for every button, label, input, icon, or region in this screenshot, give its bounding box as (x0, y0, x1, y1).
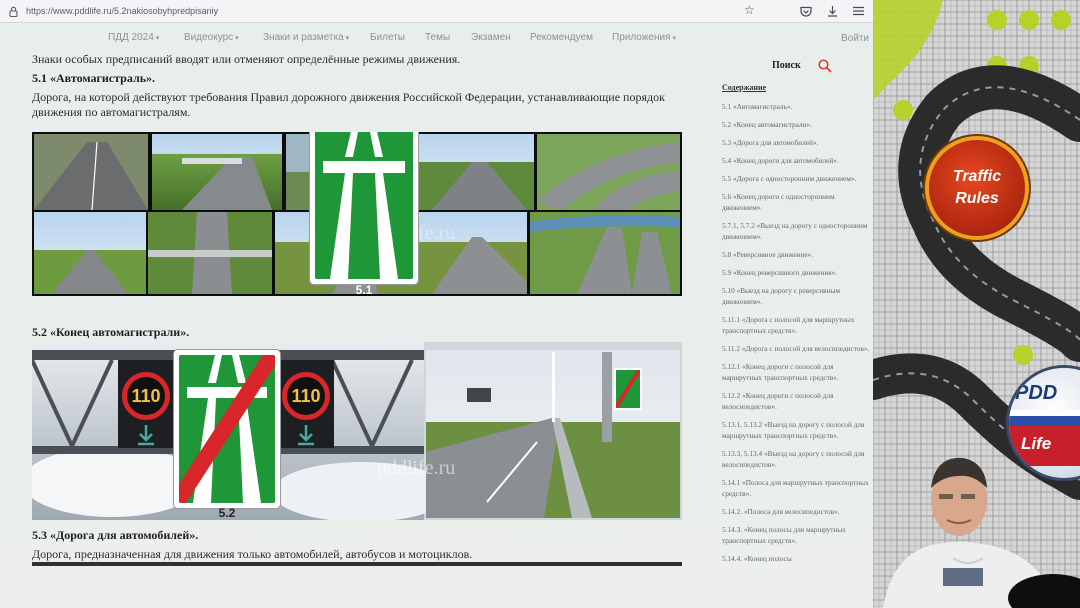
toc-item[interactable]: 5.14.2. «Полоса для велосипедистов». (722, 506, 872, 517)
traffic-rules-logo: Traffic Rules (929, 140, 1025, 236)
arrow-down-icon (298, 425, 314, 446)
gantry-and-road-photos (32, 342, 680, 520)
motorway-photo-collage: pddlife.ru 5.1 (32, 132, 682, 296)
menu-icon[interactable] (851, 3, 865, 19)
toc-item[interactable]: 5.8 «Реверсивное движение». (722, 249, 872, 260)
speed-limit-sign-right: 110 (282, 372, 330, 420)
toc-list: 5.1 «Автомагистраль». 5.2 «Конец автомаг… (722, 101, 872, 571)
sidebar: Поиск Содержание 5.1 «Автомагистраль». 5… (722, 23, 873, 608)
browser-address-bar: https://www.pddlife.ru/5.2nakiosobyhpred… (0, 0, 873, 23)
toc-item[interactable]: 5.11.2 «Дорога с полосой для велосипедис… (722, 343, 872, 354)
sign-5-1-number: 5.1 (355, 283, 373, 296)
nav-item-apps[interactable]: Приложения ▾ (612, 32, 676, 43)
web-page: ПДД 2024 ▾ Видеокурс ▾ Знаки и разметка ▾ Б… (0, 23, 873, 608)
bookmark-star-icon[interactable]: ☆ (744, 3, 755, 17)
toc-item[interactable]: 5.13.3, 5.13.4 «Выезд на дорогу с полосо… (722, 448, 872, 470)
nav-item-topics[interactable]: Темы (425, 32, 450, 43)
toc-item[interactable]: 5.2 «Конец автомагистрали». (722, 119, 872, 130)
section-5-1-heading: 5.1 «Автомагистраль». (32, 71, 156, 85)
toc-item[interactable]: 5.10 «Выезд на дорогу с реверсивным движ… (722, 285, 872, 307)
section-5-2-heading: 5.2 «Конец автомагистрали». (32, 325, 190, 339)
toc-item[interactable]: 5.5 «Дорога с односторонним движением». (722, 173, 872, 184)
video-overlay: Traffic Rules PDD Life (873, 0, 1080, 608)
motorway-end-photo-collage: pddlife.ru 110 110 5.2 (32, 342, 682, 520)
toc-item[interactable]: 5.14.4. «Конец полосы (722, 553, 872, 564)
nav-item-videocourse[interactable]: Видеокурс ▾ (184, 32, 239, 43)
sign-5-2-number: 5.2 (218, 506, 236, 520)
toc-item[interactable]: 5.3 «Дорога для автомобилей». (722, 137, 872, 148)
pocket-icon[interactable] (799, 3, 813, 19)
toc-item[interactable]: 5.7.1, 5.7.2 «Выезд на дорогу с одностор… (722, 220, 872, 242)
nav-item-pdd-2024[interactable]: ПДД 2024 ▾ (108, 32, 159, 43)
toc-item[interactable]: 5.14.3. «Конец полосы для маршрутных тра… (722, 524, 872, 546)
toc-title[interactable]: Содержание (722, 83, 766, 92)
small-end-motorway-sign (614, 368, 642, 410)
toc-item[interactable]: 5.12.1 «Конец дороги с полосой для маршр… (722, 361, 872, 383)
search-label[interactable]: Поиск (772, 60, 801, 71)
speed-limit-sign-left: 110 (122, 372, 170, 420)
toc-item[interactable]: 5.11.1 «Дорога с полосой для маршрутных … (722, 314, 872, 336)
toc-item[interactable]: 5.1 «Автомагистраль». (722, 101, 872, 112)
toc-item[interactable]: 5.12.2 «Конец дороги с полосой для велос… (722, 390, 872, 412)
toc-item[interactable]: 5.4 «Конец дороги для автомобилей». (722, 155, 872, 166)
nav-item-recommend[interactable]: Рекомендуем (530, 32, 593, 43)
nav-item-exam[interactable]: Экзамен (471, 32, 511, 43)
intro-text: Знаки особых предписаний вводят или отме… (32, 52, 461, 66)
toc-item[interactable]: 5.9 «Конец реверсивного движения». (722, 267, 872, 278)
section-5-1-text: Дорога, на которой действуют требования … (32, 90, 665, 119)
watermark: pddlife.ru (377, 457, 456, 479)
section-5-3-text: Дорога, предназначенная для движения тол… (32, 547, 473, 561)
toc-item[interactable]: 5.13.1, 5.13.2 «Выезд на дорогу с полосо… (722, 419, 872, 441)
arrow-down-icon (138, 425, 154, 446)
sign-5-2-end-of-motorway (174, 350, 280, 508)
toc-item[interactable]: 5.14.1 «Полоса для маршрутных транспортн… (722, 477, 872, 499)
presenter-webcam (883, 457, 1080, 608)
toc-item[interactable]: 5.6 «Конец дороги с односторонним движен… (722, 191, 872, 213)
section-5-3-heading: 5.3 «Дорога для автомобилей». (32, 528, 199, 542)
downloads-icon[interactable] (825, 3, 839, 19)
url-field[interactable]: https://www.pddlife.ru/5.2nakiosobyhpred… (26, 6, 218, 16)
end-motorway-icon (179, 355, 275, 503)
next-image-top-edge (32, 562, 682, 566)
sign-5-1-motorway (310, 132, 418, 284)
lock-icon (6, 4, 20, 18)
nav-item-signs-marking[interactable]: Знаки и разметка ▾ (263, 32, 349, 43)
motorway-icon (323, 132, 405, 279)
nav-item-tickets[interactable]: Билеты (370, 32, 405, 43)
search-icon[interactable] (818, 59, 832, 78)
